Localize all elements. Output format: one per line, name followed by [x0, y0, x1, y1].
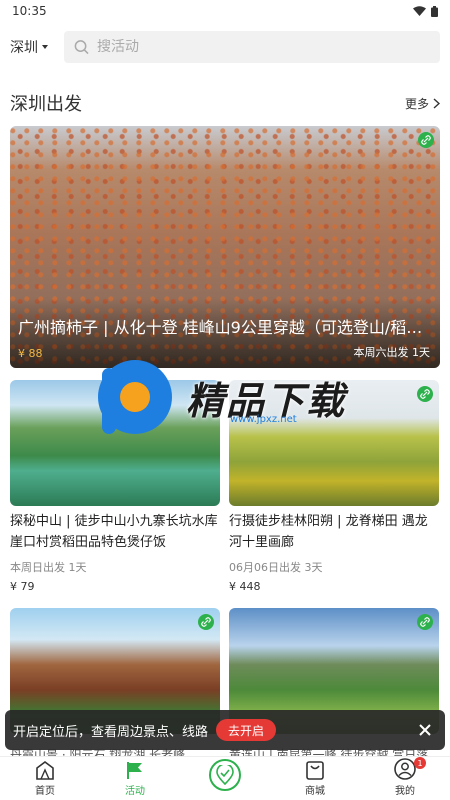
wifi-icon	[413, 6, 426, 16]
more-label: 更多	[404, 96, 429, 111]
enable-location-button[interactable]: 去开启	[216, 719, 277, 741]
card-price: ¥ 448	[229, 580, 261, 593]
watermark-url: www.jpxz.net	[230, 414, 297, 425]
toast-text: 开启定位后，查看周边景点、线路	[13, 724, 209, 740]
tab-center[interactable]	[180, 757, 270, 800]
tab-profile[interactable]: 1 我的	[360, 757, 450, 800]
search-bar[interactable]	[64, 31, 440, 63]
notification-badge: 1	[414, 757, 426, 769]
tab-activity[interactable]: 活动	[90, 757, 180, 800]
section-header: 深圳出发 更多	[10, 88, 440, 118]
status-time: 10:35	[12, 4, 47, 18]
location-toast: 开启定位后，查看周边景点、线路 去开启	[5, 710, 445, 750]
tab-label: 活动	[125, 786, 145, 797]
hero-card[interactable]: 广州摘柿子 | 从化十登 桂峰山9公里穿越（可选登山/稻田... ¥ 88 本周…	[10, 126, 440, 368]
section-title: 深圳出发	[10, 94, 82, 115]
hero-price: ¥ 88	[18, 347, 43, 360]
link-icon	[198, 614, 214, 630]
tab-home[interactable]: 首页	[0, 757, 90, 800]
status-bar: 10:35	[0, 0, 450, 22]
status-icons	[413, 5, 438, 17]
center-action-icon	[209, 759, 241, 791]
close-icon[interactable]	[415, 720, 435, 740]
card-date: 06月06日出发 3天	[229, 561, 323, 574]
hero-title: 广州摘柿子 | 从化十登 桂峰山9公里穿越（可选登山/稻田...	[18, 318, 432, 337]
card-title: 探秘中山 | 徒步中山小九寨长坑水库 崖口村赏稻田品特色煲仔饭	[10, 514, 218, 550]
battery-icon	[431, 5, 438, 17]
tab-mall[interactable]: 商城	[270, 757, 360, 800]
link-icon	[418, 132, 434, 148]
user-icon	[394, 758, 416, 780]
card-title: 行摄徒步桂林阳朔 | 龙脊梯田 遇龙河十里画廊	[229, 514, 428, 550]
card-price: ¥ 79	[10, 580, 35, 593]
tab-label: 首页	[35, 786, 55, 797]
hero-date: 本周六出发 1天	[353, 346, 431, 359]
watermark: 精品下载 www.jpxz.net	[98, 360, 358, 440]
city-selector[interactable]: 深圳	[10, 37, 56, 57]
link-icon	[417, 386, 433, 402]
tab-bar: 首页 活动 商城 1 我的	[0, 756, 450, 800]
flag-icon	[127, 762, 142, 779]
tab-label: 商城	[305, 786, 325, 797]
search-input[interactable]	[96, 39, 430, 55]
watermark-logo-icon	[98, 360, 172, 434]
chevron-right-icon	[433, 97, 440, 109]
caret-down-icon	[42, 45, 48, 49]
tab-label: 我的	[395, 786, 415, 797]
city-label: 深圳	[10, 40, 38, 56]
link-icon	[417, 614, 433, 630]
search-icon	[74, 40, 89, 55]
shopping-bag-icon	[306, 761, 324, 780]
top-bar: 深圳	[0, 30, 450, 64]
card-date: 本周日出发 1天	[10, 561, 87, 574]
more-link[interactable]: 更多	[405, 95, 440, 112]
home-icon	[36, 761, 54, 780]
